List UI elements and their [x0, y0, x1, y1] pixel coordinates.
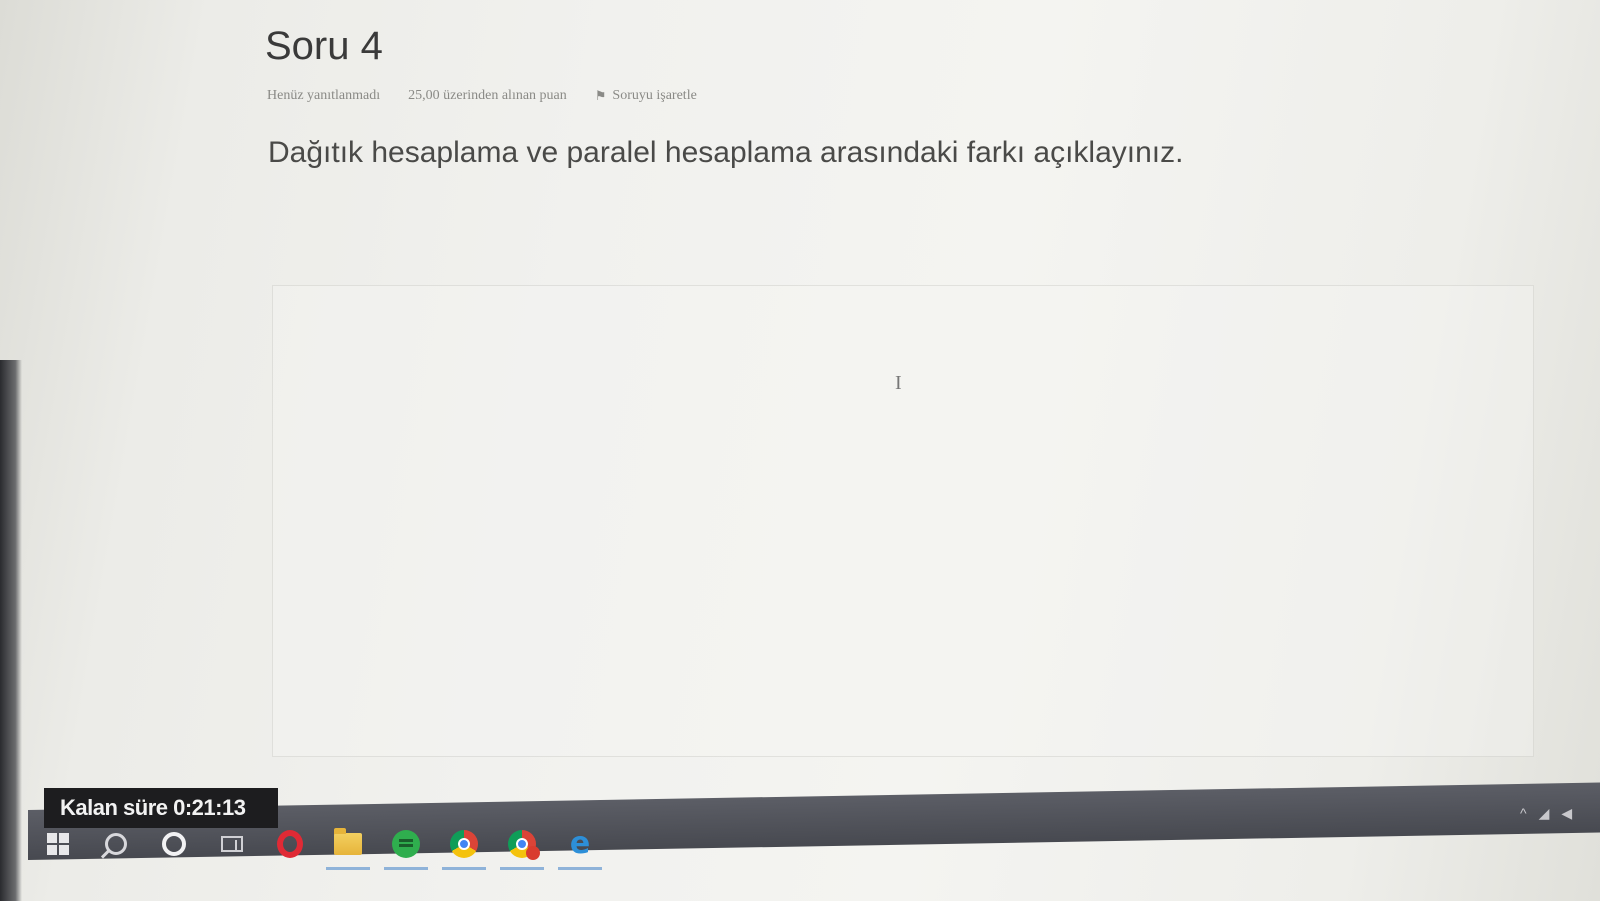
chrome-profile-taskbar-button[interactable]: [500, 826, 544, 870]
edge-icon: e: [569, 826, 591, 861]
windows-start-icon: [47, 833, 69, 855]
screen: Soru 4 Henüz yanıtlanmadı 25,00 üzerinde…: [0, 0, 1600, 901]
task-view-icon: [221, 836, 243, 852]
volume-icon[interactable]: ◀: [1561, 805, 1572, 822]
green-app-icon: [392, 830, 420, 858]
answer-status: Henüz yanıtlanmadı: [267, 88, 381, 103]
chrome-icon: [450, 830, 478, 858]
monitor-bezel: [0, 360, 22, 901]
file-explorer-icon: [334, 828, 362, 855]
opera-taskbar-button[interactable]: [272, 826, 308, 862]
green-app-taskbar-button[interactable]: [384, 826, 428, 870]
search-icon: [105, 833, 127, 855]
tray-chevron-icon[interactable]: ^: [1520, 805, 1527, 822]
windows-start-button[interactable]: [40, 826, 76, 862]
text-cursor-icon: I: [895, 372, 902, 394]
flag-icon: ⚑: [594, 88, 607, 103]
question-title: Soru 4: [265, 24, 383, 68]
opera-browser-icon: [277, 830, 303, 858]
cortana-icon: [162, 832, 186, 856]
question-text: Dağıtık hesaplama ve paralel hesaplama a…: [268, 136, 1184, 169]
cortana-button[interactable]: [156, 826, 192, 862]
task-view-button[interactable]: [214, 826, 250, 862]
chrome-taskbar-button[interactable]: [442, 826, 486, 870]
question-meta: Henüz yanıtlanmadı 25,00 üzerinden alına…: [267, 88, 697, 104]
network-icon[interactable]: ◢: [1539, 805, 1550, 822]
taskbar-icons: e: [40, 826, 602, 870]
flag-question-label: Soruyu işaretle: [612, 88, 697, 103]
file-explorer-taskbar-button[interactable]: [326, 826, 370, 870]
question-points: 25,00 üzerinden alınan puan: [408, 88, 567, 103]
system-tray: ^ ◢ ◀: [1520, 805, 1572, 822]
remaining-time-timer: Kalan süre 0:21:13: [44, 788, 278, 828]
answer-text-area[interactable]: [272, 285, 1534, 757]
flag-question-link[interactable]: ⚑ Soruyu işaretle: [595, 88, 697, 104]
edge-taskbar-button[interactable]: e: [558, 826, 602, 870]
notification-badge: [526, 846, 540, 860]
search-button[interactable]: [98, 826, 134, 862]
